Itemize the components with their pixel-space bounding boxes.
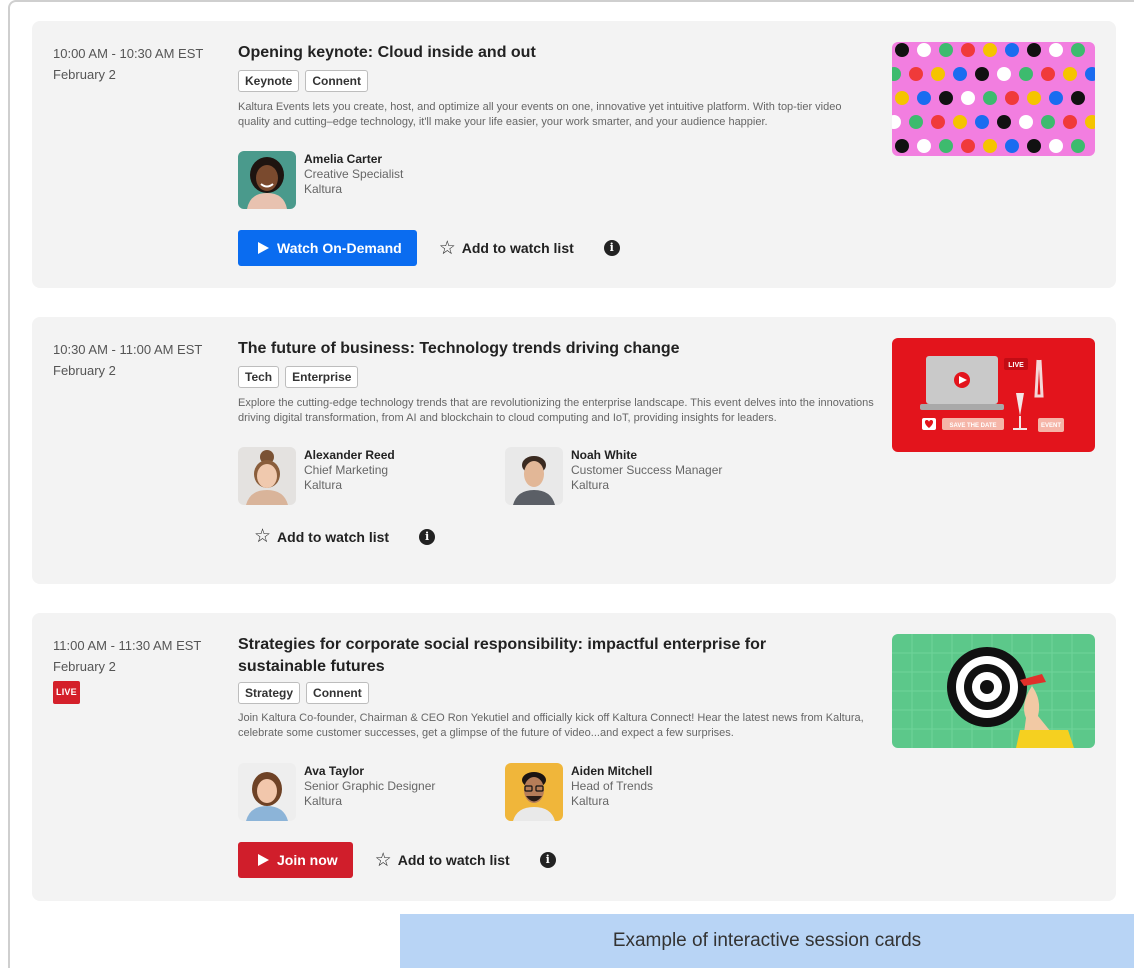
card-actions: Join now ☆ Add to watch list i	[238, 842, 556, 878]
speaker[interactable]: Amelia Carter Creative Specialist Kaltur…	[238, 151, 403, 209]
session-card: 10:30 AM - 11:00 AM EST February 2 The f…	[32, 317, 1116, 584]
speaker-role: Creative Specialist	[304, 167, 404, 181]
info-icon[interactable]: i	[603, 240, 620, 256]
add-to-watchlist-button[interactable]: ☆ Add to watch list	[375, 851, 510, 870]
time-range: 10:00 AM - 10:30 AM EST	[53, 46, 204, 61]
session-time: 10:30 AM - 11:00 AM EST February 2	[53, 339, 202, 381]
tag[interactable]: Enterprise	[285, 366, 359, 388]
watchlist-label: Add to watch list	[397, 852, 510, 868]
speaker-company: Kaltura	[304, 794, 343, 808]
thumbnail-event-text: EVENT	[1041, 423, 1061, 429]
avatar	[238, 447, 296, 505]
tag-list: Tech Enterprise	[238, 366, 359, 388]
speaker-name: Ava Taylor	[304, 764, 365, 778]
button-label: Join now	[277, 852, 338, 868]
speaker-role: Senior Graphic Designer	[304, 779, 436, 793]
speaker[interactable]: Noah White Customer Success Manager Kalt…	[505, 447, 722, 505]
session-card: 11:00 AM - 11:30 AM EST February 2 LIVE …	[32, 613, 1116, 901]
speaker-name: Alexander Reed	[304, 448, 395, 462]
speaker-name: Aiden Mitchell	[571, 764, 653, 778]
live-badge: LIVE	[53, 681, 80, 704]
speaker-company: Kaltura	[304, 182, 343, 196]
session-description: Kaltura Events lets you create, host, an…	[238, 101, 842, 128]
card-actions: ☆ Add to watch list i	[232, 527, 436, 546]
pattern-thumbnail	[892, 42, 1095, 156]
watch-on-demand-button[interactable]: Watch On-Demand	[238, 230, 417, 266]
session-date: February 2	[53, 67, 116, 82]
session-thumbnail[interactable]	[892, 42, 1095, 156]
session-description: Join Kaltura Co-founder, Chairman & CEO …	[238, 712, 864, 739]
speaker-company: Kaltura	[571, 794, 610, 808]
target-thumbnail	[892, 634, 1095, 748]
avatar	[505, 447, 563, 505]
join-now-button[interactable]: Join now	[238, 842, 353, 878]
tag[interactable]: Strategy	[238, 682, 301, 704]
session-date: February 2	[53, 363, 116, 378]
thumbnail-live-text: LIVE	[1008, 362, 1024, 369]
tag[interactable]: Connent	[306, 682, 369, 704]
tag-list: Keynote Connent	[238, 70, 368, 92]
speaker[interactable]: Alexander Reed Chief Marketing Kaltura	[238, 447, 395, 505]
tag[interactable]: Keynote	[238, 70, 300, 92]
speaker-name: Amelia Carter	[304, 152, 383, 166]
speaker-role: Chief Marketing	[304, 463, 389, 477]
play-icon	[258, 854, 269, 866]
session-time: 10:00 AM - 10:30 AM EST February 2	[53, 43, 203, 85]
button-label: Watch On-Demand	[277, 240, 402, 256]
session-description: Explore the cutting-edge technology tren…	[238, 397, 874, 424]
avatar	[505, 763, 563, 821]
card-actions: Watch On-Demand ☆ Add to watch list i	[238, 230, 620, 266]
session-date: February 2	[53, 659, 116, 674]
speaker-role: Customer Success Manager	[571, 463, 723, 477]
tag[interactable]: Connent	[305, 70, 368, 92]
session-title[interactable]: Strategies for corporate social responsi…	[238, 634, 858, 678]
avatar	[238, 151, 296, 209]
session-thumbnail[interactable]: LIVE SAVE THE DATE EVENT	[892, 338, 1095, 452]
star-outline-icon: ☆	[438, 237, 456, 259]
speaker[interactable]: Ava Taylor Senior Graphic Designer Kaltu…	[238, 763, 435, 821]
event-thumbnail: LIVE SAVE THE DATE EVENT	[892, 338, 1095, 452]
speaker-company: Kaltura	[304, 478, 343, 492]
session-thumbnail[interactable]	[892, 634, 1095, 748]
time-range: 11:00 AM - 11:30 AM EST	[53, 638, 202, 653]
play-icon	[258, 242, 269, 254]
watchlist-label: Add to watch list	[277, 528, 390, 545]
avatar	[238, 763, 296, 821]
time-range: 10:30 AM - 11:00 AM EST	[53, 342, 203, 357]
speaker-company: Kaltura	[571, 478, 610, 492]
session-card: 10:00 AM - 10:30 AM EST February 2 Openi…	[32, 21, 1116, 288]
watchlist-label: Add to watch list	[461, 240, 574, 256]
star-outline-icon: ☆	[374, 849, 392, 871]
info-icon[interactable]: i	[539, 852, 556, 868]
star-outline-icon: ☆	[254, 526, 272, 547]
info-icon[interactable]: i	[419, 528, 436, 545]
session-title[interactable]: The future of business: Technology trend…	[238, 338, 858, 360]
add-to-watchlist-button[interactable]: ☆ Add to watch list	[254, 527, 389, 546]
speaker-name: Noah White	[571, 448, 637, 462]
speaker-role: Head of Trends	[571, 779, 654, 793]
tag[interactable]: Tech	[238, 366, 280, 388]
thumbnail-save-text: SAVE THE DATE	[949, 423, 996, 429]
caption: Example of interactive session cards	[400, 914, 1134, 968]
speaker[interactable]: Aiden Mitchell Head of Trends Kaltura	[505, 763, 653, 821]
session-time: 11:00 AM - 11:30 AM EST February 2 LIVE	[53, 635, 201, 704]
session-title[interactable]: Opening keynote: Cloud inside and out	[238, 42, 858, 64]
add-to-watchlist-button[interactable]: ☆ Add to watch list	[439, 239, 574, 258]
tag-list: Strategy Connent	[238, 682, 369, 704]
